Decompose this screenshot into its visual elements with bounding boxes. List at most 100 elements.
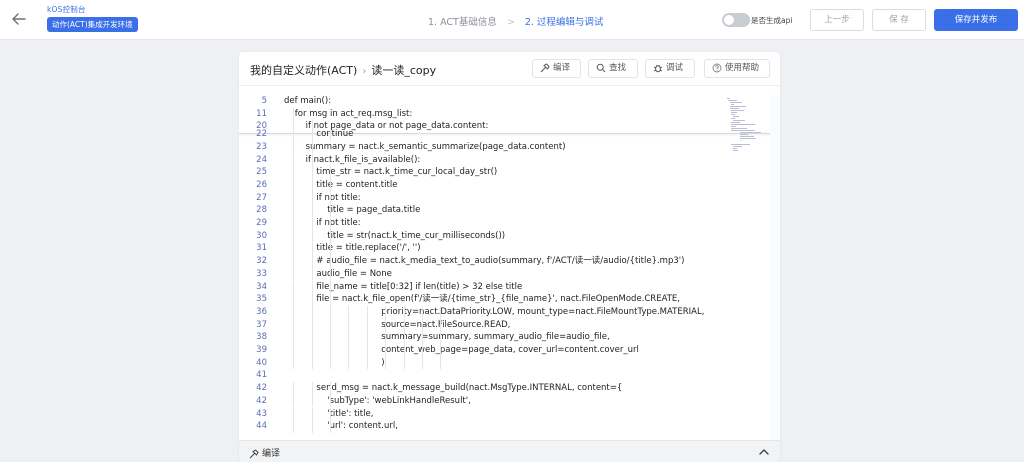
indent-guide — [311, 217, 313, 230]
code-line: 27 if not title: — [239, 191, 780, 205]
code-text: def main(): — [284, 96, 332, 106]
code-line: 38 summary=summary, summary_audio_file=a… — [239, 331, 780, 344]
code-line: 22 continue — [239, 128, 780, 141]
editor-scrollbar[interactable] — [770, 95, 780, 440]
step-separator: > — [506, 17, 515, 28]
minimap-line — [727, 98, 731, 99]
line-number: 39 — [256, 345, 267, 355]
minimap-line — [732, 146, 743, 147]
save-publish-button[interactable]: 保存并发布 — [934, 9, 1018, 31]
indent-guide — [311, 318, 313, 332]
console-brand[interactable]: kOS控制台 — [47, 4, 86, 15]
indent-guide — [293, 305, 295, 319]
debug-button[interactable]: 调试 — [645, 59, 695, 78]
code-line: 31 title = title.replace('/', '') — [239, 242, 780, 256]
indent-guide — [366, 331, 368, 344]
indent-guide — [440, 318, 442, 332]
minimap-line — [731, 130, 756, 131]
indent-guide — [366, 356, 368, 370]
code-line: 24 if nact.k_file_is_available(): — [239, 153, 780, 167]
search-icon — [596, 63, 606, 72]
indent-guide — [422, 318, 423, 332]
code-line: 43 'title': title, — [239, 407, 780, 421]
line-number: 35 — [256, 294, 267, 305]
debug-label: 调试 — [666, 63, 684, 73]
code-line: 36 priority=nact.DataPriority.LOW, mount… — [239, 305, 780, 319]
code-text: time_str = nact.k_time_cur_local_day_str… — [284, 167, 498, 178]
minimap-line — [731, 104, 734, 105]
compile-button[interactable]: 编译 — [532, 59, 581, 78]
editor-header: 我的自定义动作(ACT) › 读一读_copy 编译 查找 调试 使用帮助 — [239, 52, 780, 86]
minimap-line — [732, 116, 740, 117]
indent-guide — [311, 242, 313, 256]
code-line: 39 content_web_page=page_data, cover_url… — [239, 344, 780, 357]
line-number: 25 — [256, 167, 267, 178]
indent-guide — [366, 318, 368, 332]
compile-label: 编译 — [553, 63, 571, 73]
line-number: 41 — [256, 370, 267, 381]
indent-guide — [293, 267, 295, 281]
indent-guide — [440, 344, 442, 357]
prev-step-button[interactable]: 上一步 — [810, 9, 864, 31]
help-button[interactable]: 使用帮助 — [704, 59, 770, 78]
step-process-edit[interactable]: 2. 过程编辑与调试 — [525, 14, 604, 28]
save-button[interactable]: 保 存 — [872, 9, 926, 31]
compile-panel-label: 编译 — [262, 449, 281, 459]
minimap-line — [731, 114, 736, 115]
line-number: 36 — [256, 306, 267, 317]
chevron-up-icon[interactable] — [757, 445, 771, 459]
indent-guide — [311, 229, 313, 243]
step-basic-info[interactable]: 1. ACT基础信息 — [428, 14, 497, 28]
top-bar: kOS控制台 动作(ACT)集成开发环境 1. ACT基础信息 >2. 过程编辑与… — [0, 0, 1024, 40]
code-line: 42 send_msg = nact.k_message_build(nact.… — [239, 382, 780, 395]
indent-guide — [311, 128, 313, 141]
indent-guide — [293, 128, 295, 141]
minimap-line — [739, 134, 748, 135]
code-minimap[interactable] — [727, 98, 771, 168]
line-number: 33 — [256, 268, 267, 279]
minimap-line — [731, 126, 737, 127]
line-number: 24 — [256, 154, 267, 165]
generate-api-toggle[interactable] — [722, 13, 750, 27]
generate-api-label: 是否生成api — [751, 16, 793, 25]
code-line: 29 if not title: — [239, 217, 780, 230]
indent-guide — [293, 153, 295, 167]
code-editor[interactable]: 5 def main(): 11 for msg in act_req.msg_li… — [239, 95, 780, 440]
ide-env-tag: 动作(ACT)集成开发环境 — [47, 17, 138, 32]
code-line: 25 time_str = nact.k_time_cur_local_day_… — [239, 166, 780, 179]
code-text: title = str(nact.k_time_cur_milliseconds… — [284, 230, 506, 241]
indent-guide — [330, 128, 331, 141]
compile-panel-bar: 编译 — [239, 440, 780, 462]
code-text: title = content.title — [284, 179, 398, 190]
indent-guide — [293, 394, 295, 408]
code-text: 'title': title, — [284, 408, 374, 419]
minimap-line — [731, 122, 741, 123]
line-number: 40 — [256, 357, 267, 368]
indent-guide — [330, 255, 331, 268]
indent-guide — [311, 293, 313, 306]
help-circle-icon — [712, 63, 722, 72]
indent-guide — [440, 305, 442, 319]
code-text: audio_file = None — [284, 268, 392, 279]
find-button[interactable]: 查找 — [588, 59, 638, 78]
line-number: 42 — [256, 395, 267, 406]
code-line: 34 file_name = title[0:32] if len(title)… — [239, 280, 780, 294]
breadcrumb-root[interactable]: 我的自定义动作(ACT) — [250, 64, 357, 77]
minimap-line — [739, 136, 754, 137]
indent-guide — [311, 280, 313, 294]
indent-guide — [293, 242, 295, 256]
indent-guide — [311, 382, 313, 395]
indent-guide — [330, 382, 331, 395]
indent-guide — [311, 394, 313, 408]
indent-guide — [311, 331, 313, 344]
code-text: continue — [284, 129, 354, 140]
find-label: 查找 — [609, 63, 627, 73]
arrow-left-icon[interactable] — [10, 10, 28, 28]
indent-guide — [385, 344, 387, 357]
indent-guide — [403, 356, 405, 370]
compile-panel-title[interactable]: 编译 — [249, 446, 280, 459]
code-line: 37 source=nact.FileSource.READ, — [239, 318, 780, 332]
step-indicator: 1. ACT基础信息 >2. 过程编辑与调试 — [428, 14, 603, 28]
code-text: send_msg = nact.k_message_build(nact.Msg… — [284, 383, 623, 394]
indent-guide — [311, 407, 313, 421]
